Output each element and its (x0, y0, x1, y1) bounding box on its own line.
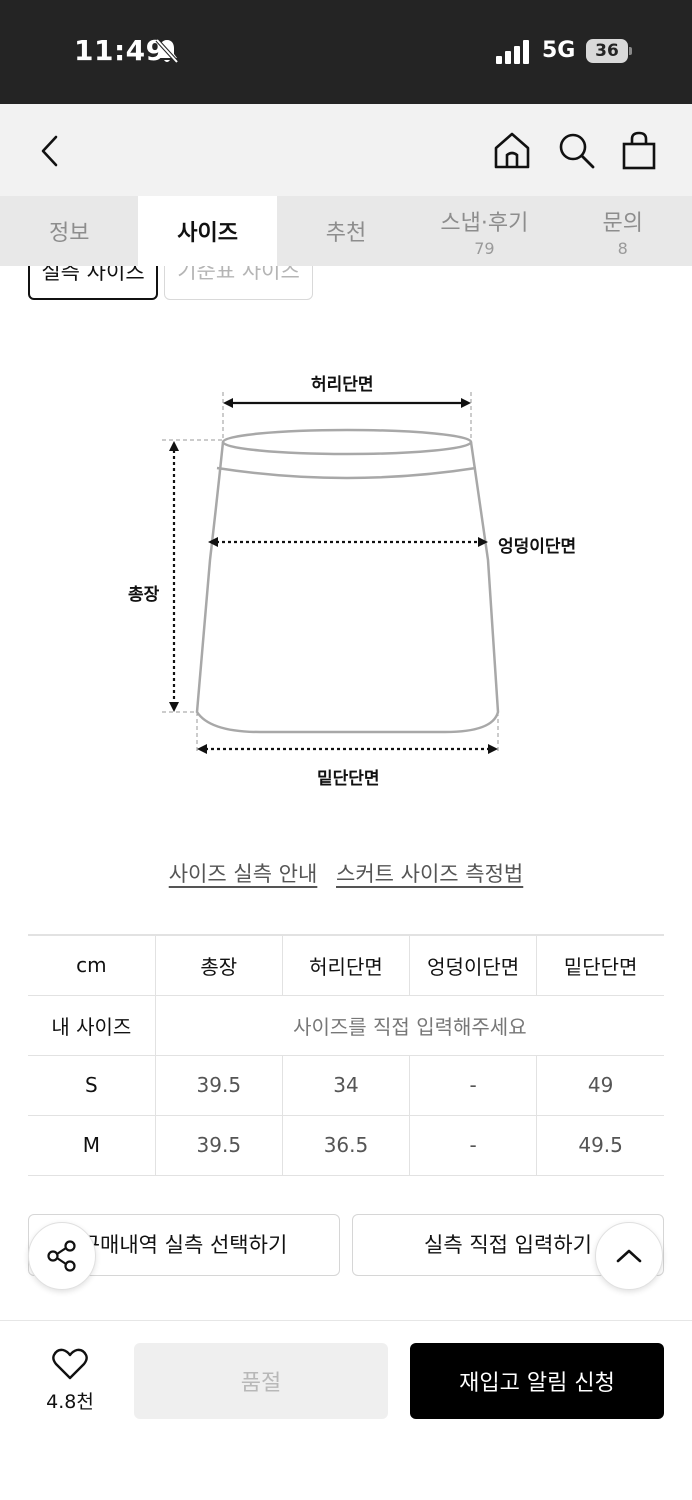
share-button[interactable] (28, 1222, 96, 1290)
signal-icon (496, 40, 529, 64)
skirt-guide-link[interactable]: 스커트 사이즈 측정법 (336, 862, 523, 886)
waist-label: 허리단면 (311, 375, 374, 395)
hem-label: 밑단단면 (317, 769, 380, 789)
table-header-cell: 엉덩이단면 (409, 934, 537, 996)
network-type: 5G (542, 38, 576, 63)
table-cell: 49 (536, 1055, 664, 1116)
tab-snap-review[interactable]: 스냅·후기 79 (415, 196, 553, 266)
measure-guide-link[interactable]: 사이즈 실측 안내 (169, 862, 318, 886)
table-header-row: cm 총장 허리단면 엉덩이단면 밑단단면 (28, 934, 664, 996)
size-type-toggle: 실측 사이즈 기준표 사이즈 (0, 266, 692, 306)
size-table: cm 총장 허리단면 엉덩이단면 밑단단면 내 사이즈 사이즈를 직접 입력해주… (28, 934, 664, 1176)
table-cell: 36.5 (281, 1115, 410, 1176)
my-size-row[interactable]: 내 사이즈 사이즈를 직접 입력해주세요 (28, 995, 664, 1056)
shopping-bag-icon[interactable] (620, 130, 658, 170)
my-size-label: 내 사이즈 (28, 995, 156, 1056)
table-cell: 39.5 (154, 1115, 283, 1176)
table-header-cell: 밑단단면 (536, 934, 664, 996)
tab-recommend[interactable]: 추천 (277, 196, 415, 266)
size-guide-links: 사이즈 실측 안내 스커트 사이즈 측정법 (0, 858, 692, 888)
like-count: 4.8천 (46, 1391, 94, 1413)
battery-tip (629, 47, 632, 55)
restock-alert-button[interactable]: 재입고 알림 신청 (410, 1343, 664, 1419)
tab-info-label: 정보 (48, 221, 90, 246)
nav-bar (0, 104, 692, 196)
table-cell: 34 (281, 1055, 410, 1116)
size-name: M (28, 1115, 156, 1176)
my-size-input-hint[interactable]: 사이즈를 직접 입력해주세요 (154, 995, 664, 1056)
tab-inquiry-label: 문의 (602, 210, 643, 236)
heart-icon (52, 1348, 88, 1380)
chevron-up-icon (616, 1249, 642, 1263)
table-row: M 39.5 36.5 - 49.5 (28, 1115, 664, 1176)
hip-label: 엉덩이단면 (498, 537, 577, 557)
share-icon (47, 1240, 76, 1272)
back-icon[interactable] (38, 134, 62, 168)
detail-tabs: 정보 사이즈 추천 스냅·후기 79 문의 8 (0, 196, 692, 266)
tab-info[interactable]: 정보 (0, 196, 138, 266)
purchase-history-size-label: 구매내역 실측 선택하기 (80, 1233, 288, 1257)
status-time: 11:49 (74, 34, 166, 67)
status-bar: 11:49 5G 36 (0, 0, 692, 104)
soldout-button: 품절 (134, 1343, 388, 1419)
tab-snap-review-label: 스냅·후기 (440, 210, 529, 236)
battery-icon: 36 (586, 39, 632, 63)
home-icon[interactable] (492, 130, 532, 170)
tab-snap-review-count: 79 (474, 238, 495, 258)
skirt-illustration (162, 392, 500, 754)
actual-size-button[interactable]: 실측 사이즈 (28, 266, 158, 300)
size-name: S (28, 1055, 156, 1116)
bottom-purchase-bar: 4.8천 품절 재입고 알림 신청 (0, 1320, 692, 1500)
table-cell: - (409, 1115, 537, 1176)
tab-size-label: 사이즈 (177, 221, 238, 246)
table-header-cell: cm (28, 934, 156, 996)
table-header-cell: 허리단면 (281, 934, 410, 996)
table-header-cell: 총장 (154, 934, 283, 996)
length-label: 총장 (128, 585, 160, 605)
battery-level: 36 (586, 39, 628, 63)
tab-inquiry-count: 8 (617, 238, 628, 258)
tab-size[interactable]: 사이즈 (138, 196, 277, 266)
tab-recommend-label: 추천 (325, 221, 367, 246)
tab-inquiry[interactable]: 문의 8 (554, 196, 692, 266)
table-cell: 39.5 (154, 1055, 283, 1116)
search-icon[interactable] (556, 130, 596, 170)
table-cell: - (409, 1055, 537, 1116)
table-cell: 49.5 (536, 1115, 664, 1176)
direct-size-input-label: 실측 직접 입력하기 (424, 1233, 592, 1257)
skirt-measurement-diagram: 허리단면 엉덩이단면 총장 밑단단면 (100, 360, 600, 800)
scroll-top-button[interactable] (595, 1222, 663, 1290)
table-row: S 39.5 34 - 49 (28, 1055, 664, 1116)
like-button[interactable]: 4.8천 (30, 1347, 110, 1414)
bell-muted-icon (155, 38, 179, 64)
standard-size-button[interactable]: 기준표 사이즈 (164, 266, 313, 300)
